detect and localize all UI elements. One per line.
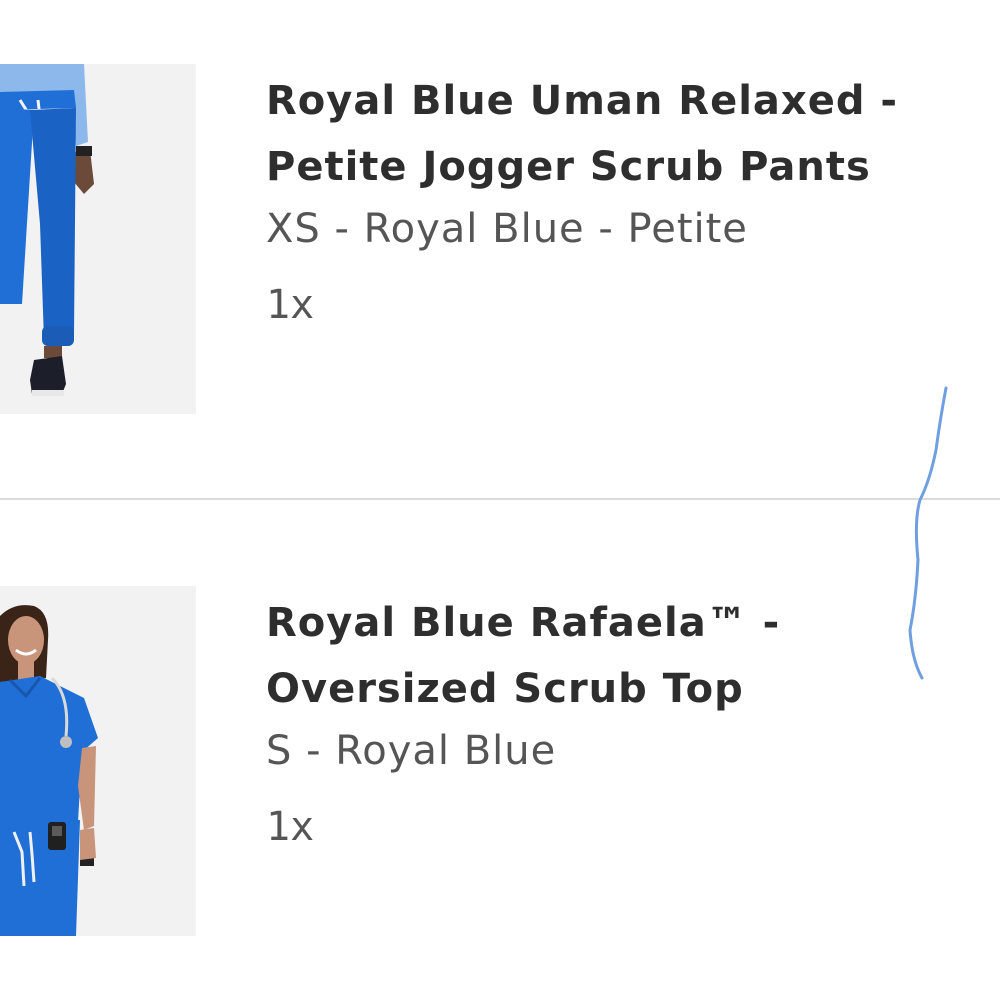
product-name[interactable]: Royal Blue Rafaela™ - Oversized Scrub To… — [266, 590, 946, 722]
item-details: Royal Blue Uman Relaxed - Petite Jogger … — [266, 68, 966, 330]
cart-screen: Royal Blue Uman Relaxed - Petite Jogger … — [0, 0, 1000, 1000]
product-image[interactable] — [0, 586, 196, 936]
divider — [0, 498, 1000, 500]
product-quantity: 1x — [266, 804, 315, 850]
product-image[interactable] — [0, 64, 196, 414]
product-variant: XS - Royal Blue - Petite — [266, 206, 748, 252]
item-details: Royal Blue Rafaela™ - Oversized Scrub To… — [266, 590, 966, 852]
cart-item: Royal Blue Rafaela™ - Oversized Scrub To… — [0, 522, 1000, 942]
scrub-top-photo — [0, 586, 196, 936]
product-variant: S - Royal Blue — [266, 728, 557, 774]
cart-item: Royal Blue Uman Relaxed - Petite Jogger … — [0, 0, 1000, 420]
jogger-pants-photo — [0, 64, 196, 414]
product-quantity: 1x — [266, 282, 315, 328]
product-name[interactable]: Royal Blue Uman Relaxed - Petite Jogger … — [266, 68, 946, 200]
